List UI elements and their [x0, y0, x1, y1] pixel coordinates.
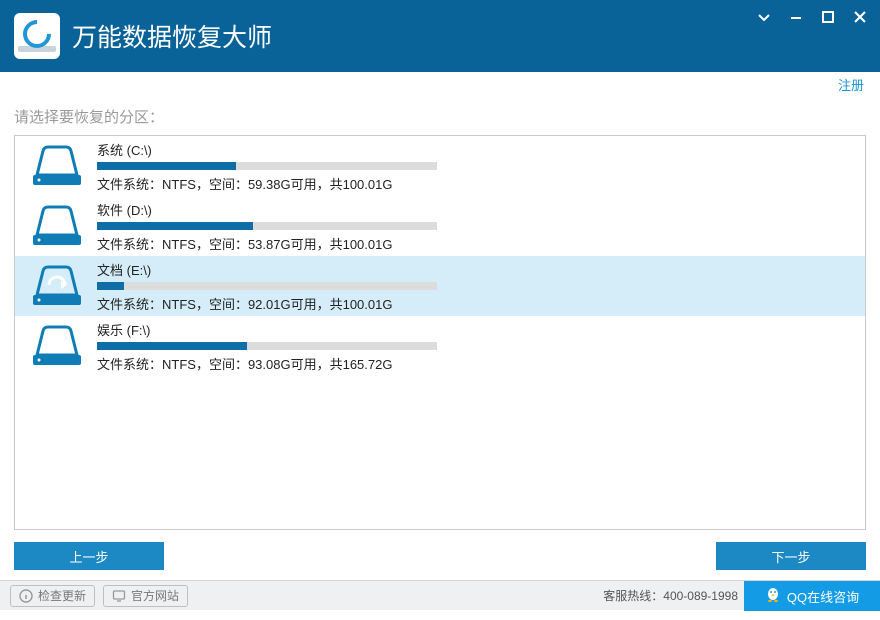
window-controls [750, 6, 874, 28]
drive-icon [31, 265, 83, 307]
check-update-button[interactable]: 检查更新 [10, 585, 95, 607]
prompt-text: 请选择要恢复的分区： [14, 106, 866, 127]
sub-bar: 注册 [0, 72, 880, 96]
partition-row[interactable]: 软件 (D:\) 文件系统：NTFS，空间：53.87G可用，共100.01G [15, 196, 865, 256]
partition-row[interactable]: 文档 (E:\) 文件系统：NTFS，空间：92.01G可用，共100.01G [15, 256, 865, 316]
partition-detail: 文件系统：NTFS，空间：53.87G可用，共100.01G [97, 234, 849, 253]
maximize-button[interactable] [814, 6, 842, 28]
info-icon [19, 589, 33, 603]
usage-fill [97, 162, 236, 170]
partition-row[interactable]: 系统 (C:\) 文件系统：NTFS，空间：59.38G可用，共100.01G [15, 136, 865, 196]
prev-button[interactable]: 上一步 [14, 542, 164, 570]
monitor-icon [112, 589, 126, 603]
drive-icon [31, 205, 83, 247]
hotline-text: 客服热线：400-089-1998 [603, 587, 738, 604]
drive-icon [31, 325, 83, 367]
next-button[interactable]: 下一步 [716, 542, 866, 570]
partition-name: 软件 (D:\) [97, 200, 849, 219]
register-link[interactable]: 注册 [838, 75, 864, 94]
official-site-button[interactable]: 官方网站 [103, 585, 188, 607]
check-update-label: 检查更新 [38, 587, 86, 604]
qq-consult-label: QQ在线咨询 [787, 587, 859, 606]
partition-info: 软件 (D:\) 文件系统：NTFS，空间：53.87G可用，共100.01G [97, 200, 849, 253]
partition-info: 文档 (E:\) 文件系统：NTFS，空间：92.01G可用，共100.01G [97, 260, 849, 313]
usage-fill [97, 342, 247, 350]
nav-row: 上一步 下一步 [0, 530, 880, 580]
partition-name: 娱乐 (F:\) [97, 320, 849, 339]
partition-detail: 文件系统：NTFS，空间：59.38G可用，共100.01G [97, 174, 849, 193]
partition-info: 系统 (C:\) 文件系统：NTFS，空间：59.38G可用，共100.01G [97, 140, 849, 193]
usage-fill [97, 222, 253, 230]
partition-info: 娱乐 (F:\) 文件系统：NTFS，空间：93.08G可用，共165.72G [97, 320, 849, 373]
partition-detail: 文件系统：NTFS，空间：92.01G可用，共100.01G [97, 294, 849, 313]
partition-detail: 文件系统：NTFS，空间：93.08G可用，共165.72G [97, 354, 849, 373]
footer-bar: 检查更新 官方网站 客服热线：400-089-1998 QQ在线咨询 [0, 580, 880, 610]
close-button[interactable] [846, 6, 874, 28]
usage-bar [97, 162, 437, 170]
minimize-button[interactable] [782, 6, 810, 28]
qq-penguin-icon [765, 586, 781, 607]
app-title: 万能数据恢复大师 [72, 18, 272, 54]
usage-bar [97, 222, 437, 230]
qq-consult-button[interactable]: QQ在线咨询 [744, 581, 880, 611]
drive-icon [31, 145, 83, 187]
official-site-label: 官方网站 [131, 587, 179, 604]
partition-row[interactable]: 娱乐 (F:\) 文件系统：NTFS，空间：93.08G可用，共165.72G [15, 316, 865, 376]
app-logo-icon [14, 13, 60, 59]
partition-name: 系统 (C:\) [97, 140, 849, 159]
usage-bar [97, 282, 437, 290]
title-bar: 万能数据恢复大师 [0, 0, 880, 72]
usage-bar [97, 342, 437, 350]
partition-list: 系统 (C:\) 文件系统：NTFS，空间：59.38G可用，共100.01G … [14, 135, 866, 530]
dropdown-icon[interactable] [750, 6, 778, 28]
usage-fill [97, 282, 124, 290]
partition-name: 文档 (E:\) [97, 260, 849, 279]
